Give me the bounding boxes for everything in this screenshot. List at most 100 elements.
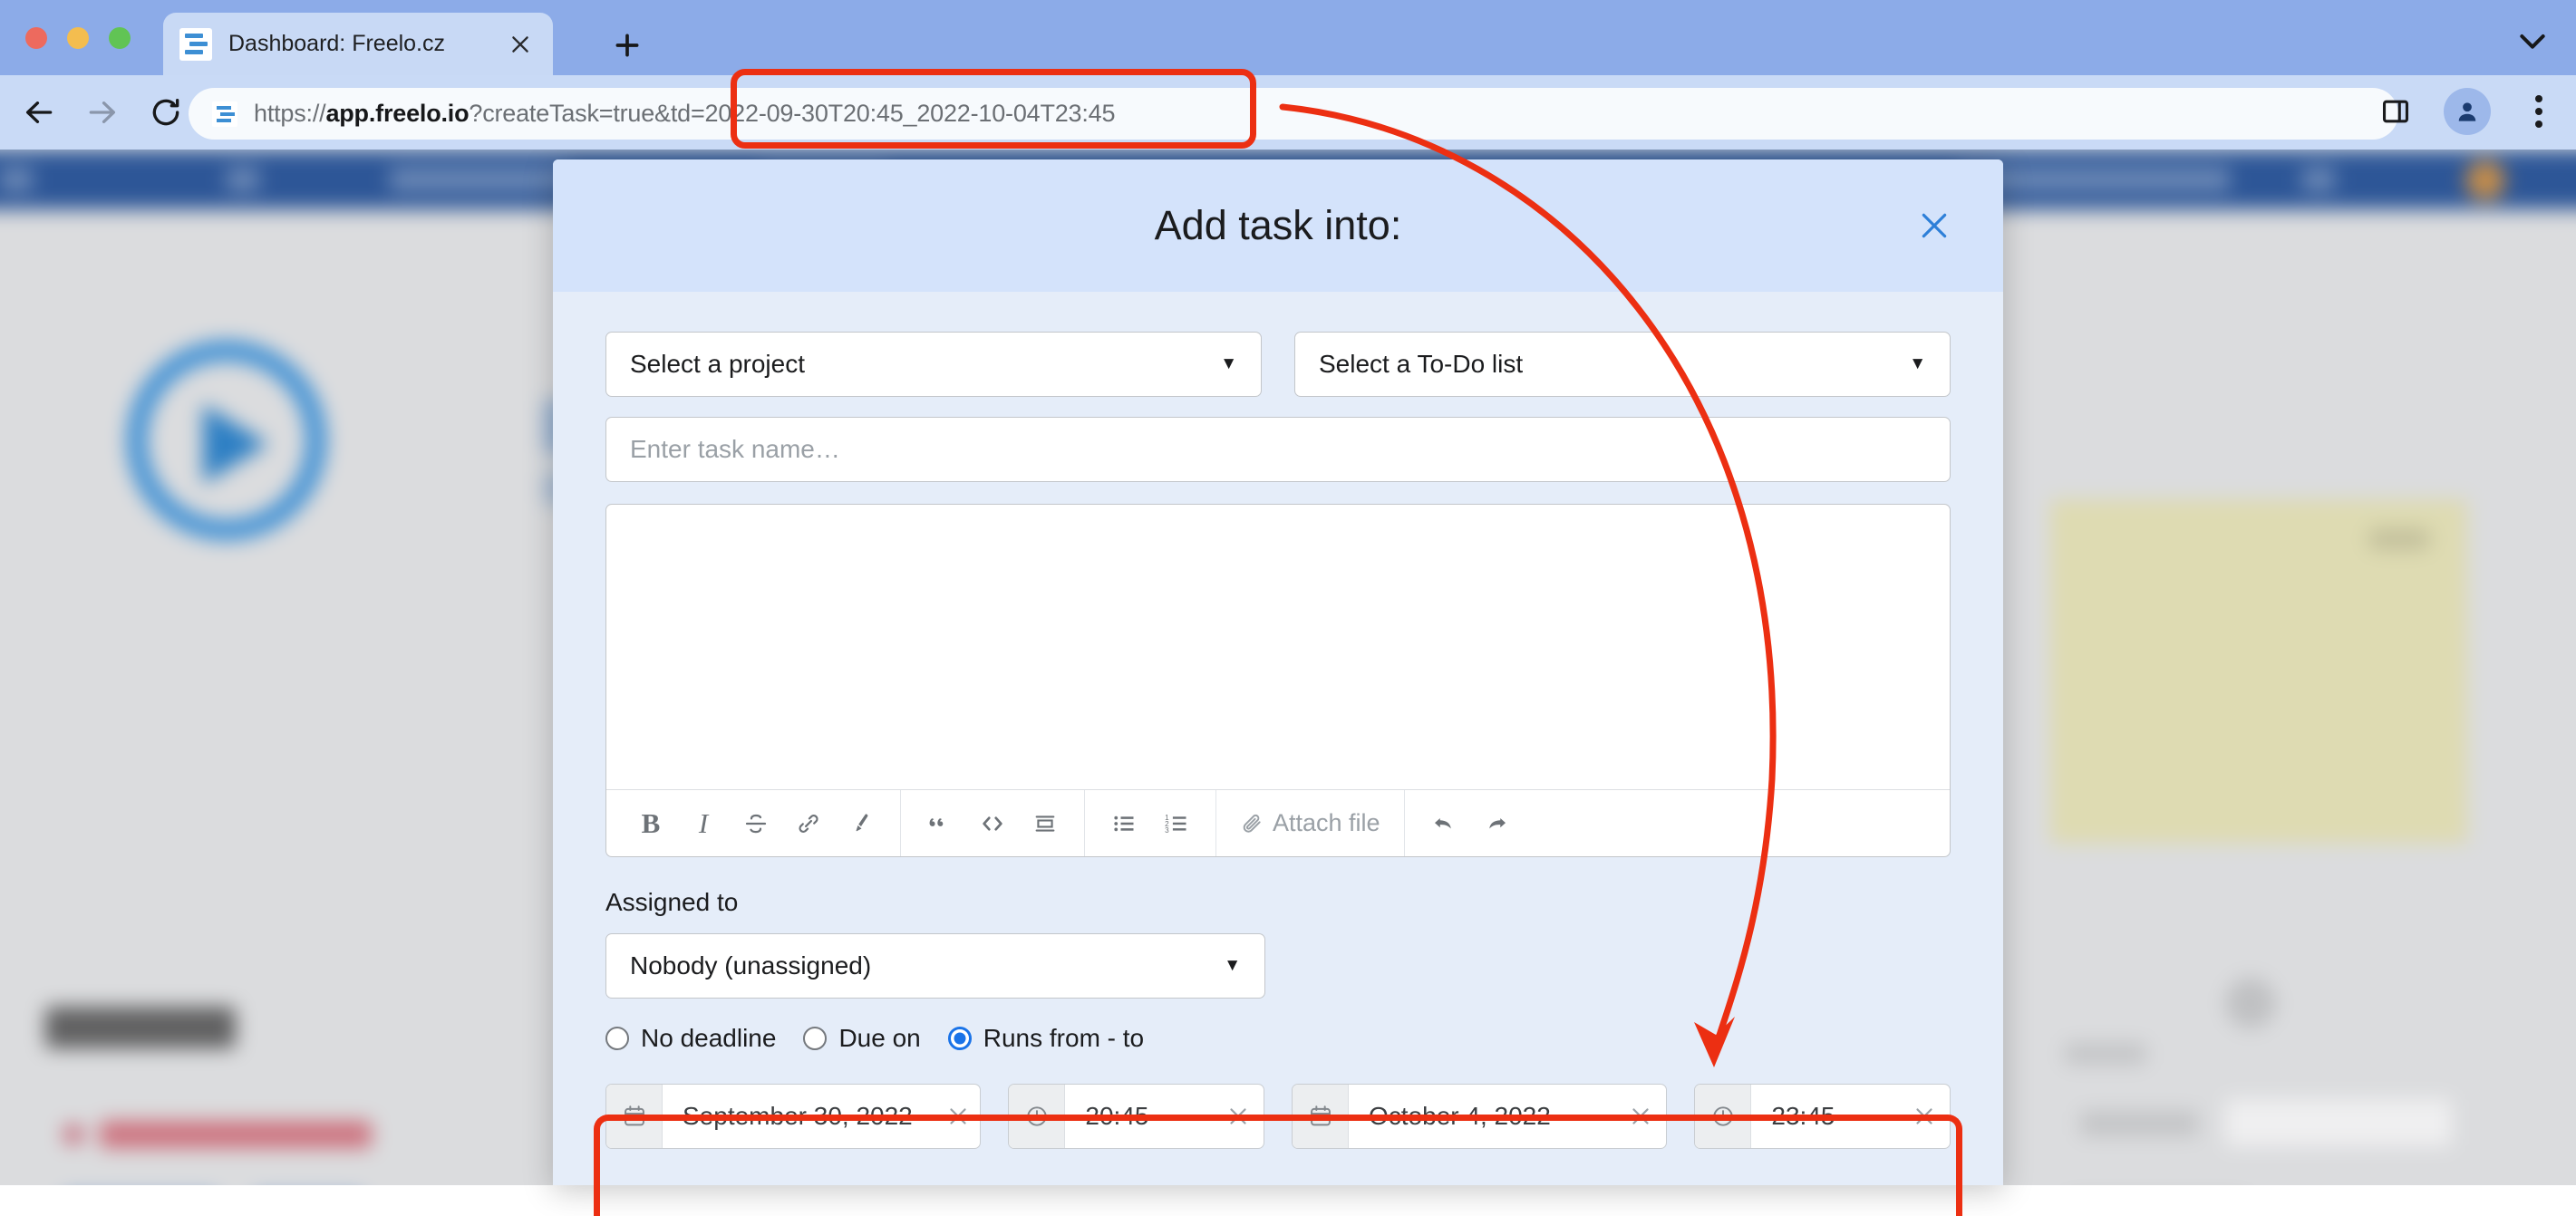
new-tab-button[interactable] <box>609 27 645 63</box>
address-bar[interactable]: https://app.freelo.io?createTask=true&td… <box>189 88 2398 140</box>
calendar-icon <box>1293 1085 1349 1148</box>
radio-dot-icon <box>605 1027 629 1050</box>
clear-icon[interactable] <box>1899 1103 1950 1130</box>
chevron-down-icon <box>2514 27 2551 54</box>
close-icon[interactable] <box>1909 200 1960 251</box>
dialog-body: Select a project ▼ Select a To-Do list ▼… <box>553 292 2003 1149</box>
divider-icon[interactable] <box>1021 790 1070 857</box>
close-window-button[interactable] <box>25 27 47 49</box>
clear-icon[interactable] <box>1213 1103 1264 1130</box>
forward-arrow-icon <box>85 95 120 130</box>
date-range-row: September 30, 2022 20:45 <box>605 1084 1951 1149</box>
end-time-field[interactable]: 23:45 <box>1694 1084 1951 1149</box>
freelo-list-icon <box>212 101 237 127</box>
assignee-select-value: Nobody (unassigned) <box>630 951 871 980</box>
calendar-icon <box>606 1085 663 1148</box>
clear-icon[interactable] <box>1615 1103 1666 1130</box>
reload-icon <box>149 95 183 130</box>
right-side-form-panel <box>2003 943 2547 1185</box>
block-format-group <box>901 790 1085 856</box>
yellow-note-card <box>2050 499 2467 844</box>
blockquote-icon[interactable] <box>915 790 964 857</box>
profile-avatar-icon[interactable] <box>2444 88 2491 135</box>
radio-no-deadline[interactable]: No deadline <box>605 1024 776 1053</box>
tab-list-button[interactable] <box>2514 27 2551 54</box>
start-time-value: 20:45 <box>1065 1102 1213 1131</box>
end-time-value: 23:45 <box>1751 1102 1899 1131</box>
strikethrough-icon[interactable] <box>731 790 780 857</box>
assigned-to-label: Assigned to <box>605 888 1951 917</box>
browser-chrome: Dashboard: Freelo.cz <box>0 0 2576 150</box>
tab-strip: Dashboard: Freelo.cz <box>0 0 2576 75</box>
add-task-dialog: Add task into: Select a project ▼ Select… <box>553 159 2003 1185</box>
clock-icon <box>1009 1085 1065 1148</box>
task-name-placeholder: Enter task name… <box>630 435 840 464</box>
window-controls <box>25 27 131 49</box>
play-logo-icon <box>127 341 326 540</box>
radio-dot-icon <box>803 1027 827 1050</box>
italic-icon[interactable]: I <box>679 790 728 857</box>
numbered-list-icon[interactable]: 1 2 3 <box>1152 790 1201 857</box>
chevron-down-icon: ▼ <box>1909 354 1926 374</box>
start-time-field[interactable]: 20:45 <box>1008 1084 1264 1149</box>
radio-due-on-label: Due on <box>838 1024 920 1053</box>
radio-dot-selected-icon <box>948 1027 972 1050</box>
highlighter-icon[interactable] <box>837 790 886 857</box>
clock-icon <box>1695 1085 1751 1148</box>
my-tasks-panel <box>36 1007 544 1185</box>
attach-file-label: Attach file <box>1273 809 1380 837</box>
code-icon[interactable] <box>968 790 1017 857</box>
radio-due-on[interactable]: Due on <box>803 1024 920 1053</box>
attach-group: Attach file <box>1216 790 1405 856</box>
chevron-down-icon: ▼ <box>1224 956 1241 976</box>
start-date-field[interactable]: September 30, 2022 <box>605 1084 981 1149</box>
link-icon[interactable] <box>784 790 833 857</box>
description-textarea[interactable] <box>606 505 1950 789</box>
chevron-down-icon: ▼ <box>1220 354 1237 374</box>
description-editor: B I <box>605 504 1951 857</box>
back-arrow-icon <box>22 95 56 130</box>
toolbar-actions <box>2375 88 2560 135</box>
tab-title: Dashboard: Freelo.cz <box>228 31 504 57</box>
bold-icon[interactable]: B <box>626 790 675 857</box>
dialog-header: Add task into: <box>553 159 2003 292</box>
start-date-value: September 30, 2022 <box>663 1102 933 1131</box>
end-date-field[interactable]: October 4, 2022 <box>1292 1084 1667 1149</box>
assignee-select[interactable]: Nobody (unassigned) ▼ <box>605 933 1265 999</box>
list-group: 1 2 3 <box>1085 790 1216 856</box>
undo-icon[interactable] <box>1419 790 1468 857</box>
end-date-value: October 4, 2022 <box>1349 1102 1615 1131</box>
todo-list-select-value: Select a To-Do list <box>1319 350 1523 379</box>
deadline-radio-group: No deadline Due on Runs from - to <box>605 1024 1951 1053</box>
radio-runs-from-to[interactable]: Runs from - to <box>948 1024 1144 1053</box>
task-name-input[interactable]: Enter task name… <box>605 417 1951 482</box>
reload-button[interactable] <box>141 88 190 137</box>
forward-button[interactable] <box>78 88 127 137</box>
clear-icon[interactable] <box>933 1103 982 1130</box>
svg-text:3: 3 <box>1165 825 1169 834</box>
browser-tab[interactable]: Dashboard: Freelo.cz <box>163 13 553 75</box>
attach-file-button[interactable]: Attach file <box>1231 790 1390 857</box>
paperclip-icon <box>1240 812 1264 835</box>
text-format-group: B I <box>606 790 901 856</box>
side-panel-icon[interactable] <box>2375 91 2416 132</box>
bullet-list-icon[interactable] <box>1099 790 1148 857</box>
radio-runs-from-to-label: Runs from - to <box>983 1024 1144 1053</box>
address-bar-url: https://app.freelo.io?createTask=true&td… <box>254 100 1115 128</box>
project-select[interactable]: Select a project ▼ <box>605 332 1262 397</box>
minimize-window-button[interactable] <box>67 27 89 49</box>
radio-no-deadline-label: No deadline <box>641 1024 776 1053</box>
back-button[interactable] <box>15 88 63 137</box>
dialog-title: Add task into: <box>1155 202 1402 249</box>
browser-toolbar: https://app.freelo.io?createTask=true&td… <box>0 75 2576 150</box>
kebab-menu-icon[interactable] <box>2518 91 2560 132</box>
zoom-window-button[interactable] <box>109 27 131 49</box>
close-icon[interactable] <box>504 28 537 61</box>
project-select-value: Select a project <box>630 350 805 379</box>
todo-list-select[interactable]: Select a To-Do list ▼ <box>1294 332 1951 397</box>
editor-toolbar: B I <box>606 789 1950 856</box>
redo-icon[interactable] <box>1472 790 1521 857</box>
selects-row: Select a project ▼ Select a To-Do list ▼ <box>605 332 1951 397</box>
history-group <box>1405 790 1950 856</box>
freelo-list-icon <box>179 28 212 61</box>
